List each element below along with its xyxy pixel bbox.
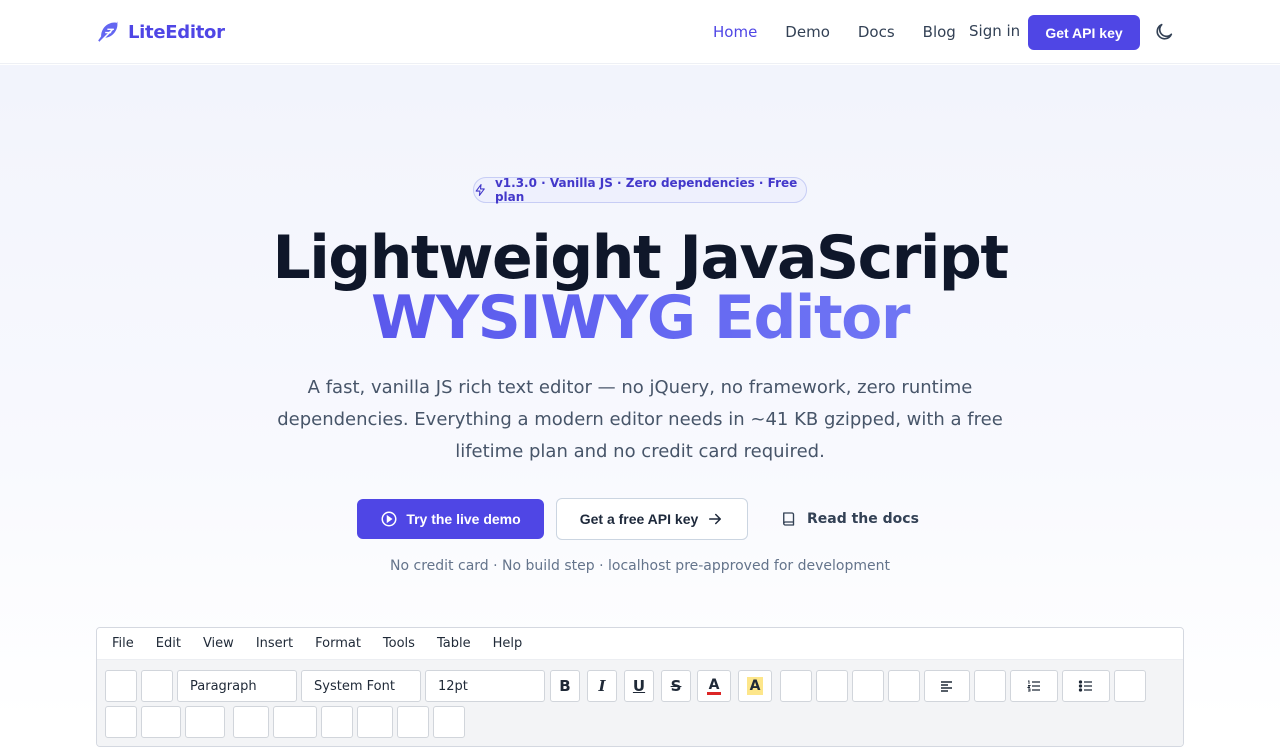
nav-blog[interactable]: Blog bbox=[923, 23, 956, 41]
more-tools-button[interactable] bbox=[1114, 670, 1146, 702]
menu-view[interactable]: View bbox=[203, 636, 234, 651]
sign-in-link[interactable]: Sign in bbox=[969, 22, 1020, 40]
horizontal-rule-button[interactable] bbox=[321, 706, 353, 738]
try-live-demo-button[interactable]: Try the live demo bbox=[357, 499, 544, 539]
bold-button[interactable]: B bbox=[550, 670, 580, 702]
menu-insert[interactable]: Insert bbox=[256, 636, 293, 651]
brand-name: LiteEditor bbox=[128, 21, 225, 43]
redo-button[interactable] bbox=[141, 670, 173, 702]
font-color-glyph: A bbox=[706, 676, 722, 695]
bullet-list-icon bbox=[1078, 680, 1092, 692]
menu-file[interactable]: File bbox=[112, 636, 134, 651]
strikethrough-glyph: S bbox=[670, 677, 682, 695]
numbered-list-icon bbox=[1026, 680, 1040, 692]
highlight-button[interactable]: A bbox=[738, 670, 772, 702]
align-center-button[interactable] bbox=[974, 670, 1006, 702]
get-free-api-key-button[interactable]: Get a free API key bbox=[556, 498, 748, 540]
play-circle-icon bbox=[381, 511, 397, 527]
font-family-select[interactable]: System Font bbox=[301, 670, 421, 702]
underline-button[interactable]: U bbox=[624, 670, 654, 702]
feather-icon bbox=[98, 21, 118, 43]
moon-icon[interactable] bbox=[1153, 21, 1175, 43]
get-free-api-key-label: Get a free API key bbox=[579, 511, 699, 527]
hero-title-line-2: WYSIWYG Editor bbox=[0, 287, 1280, 349]
indent-button[interactable] bbox=[105, 706, 137, 738]
version-badge: v1.3.0 · Vanilla JS · Zero dependencies … bbox=[473, 176, 807, 204]
nav-demo[interactable]: Demo bbox=[785, 23, 830, 41]
bold-glyph: B bbox=[559, 677, 571, 695]
badge-text: v1.3.0 · Vanilla JS · Zero dependencies … bbox=[494, 176, 798, 204]
brand-logo[interactable]: LiteEditor bbox=[96, 19, 225, 45]
bullet-list-button[interactable] bbox=[1062, 670, 1110, 702]
font-size-select[interactable]: 12pt bbox=[425, 670, 545, 702]
hero-subtitle: A fast, vanilla JS rich text editor — no… bbox=[277, 377, 1003, 462]
menu-table[interactable]: Table bbox=[437, 636, 471, 651]
editor-menubar: File Edit View Insert Format Tools Table… bbox=[97, 628, 1183, 660]
table-button[interactable] bbox=[888, 670, 920, 702]
align-left-button[interactable] bbox=[924, 670, 970, 702]
strikethrough-button[interactable]: S bbox=[661, 670, 691, 702]
italic-button[interactable]: I bbox=[587, 670, 617, 702]
menu-help[interactable]: Help bbox=[493, 636, 523, 651]
clear-format-button[interactable] bbox=[397, 706, 429, 738]
get-api-key-button[interactable]: Get API key bbox=[1028, 15, 1140, 50]
outdent-button[interactable] bbox=[141, 706, 181, 738]
highlight-glyph: A bbox=[746, 677, 764, 695]
code-button[interactable] bbox=[357, 706, 393, 738]
try-live-demo-label: Try the live demo bbox=[406, 511, 521, 527]
editor-toolbar: Paragraph System Font 12pt B I U S A A bbox=[97, 660, 1183, 746]
menu-edit[interactable]: Edit bbox=[156, 636, 181, 651]
nav-home[interactable]: Home bbox=[713, 23, 757, 41]
special-char-button[interactable] bbox=[273, 706, 317, 738]
nav-docs[interactable]: Docs bbox=[858, 23, 895, 41]
menu-tools[interactable]: Tools bbox=[383, 636, 415, 651]
menu-format[interactable]: Format bbox=[315, 636, 361, 651]
editor-preview[interactable]: File Edit View Insert Format Tools Table… bbox=[96, 627, 1184, 747]
media-button[interactable] bbox=[852, 670, 884, 702]
numbered-list-button[interactable] bbox=[1010, 670, 1058, 702]
underline-glyph: U bbox=[632, 677, 646, 695]
font-color-button[interactable]: A bbox=[697, 670, 731, 702]
hero-note: No credit card · No build step · localho… bbox=[390, 558, 890, 574]
hero-title-line-1: Lightweight JavaScript bbox=[272, 223, 1009, 293]
main-nav: Home Demo Docs Blog bbox=[713, 0, 984, 64]
align-left-icon bbox=[941, 681, 952, 692]
image-button[interactable] bbox=[816, 670, 848, 702]
link-button[interactable] bbox=[780, 670, 812, 702]
cta-row: Try the live demo Get a free API key Rea… bbox=[0, 498, 1280, 541]
arrow-right-icon bbox=[709, 513, 722, 525]
book-icon bbox=[783, 512, 795, 526]
search-button[interactable] bbox=[185, 706, 225, 738]
lightning-icon bbox=[475, 184, 485, 196]
undo-button[interactable] bbox=[105, 670, 137, 702]
read-docs-label: Read the docs bbox=[807, 511, 919, 527]
block-format-select[interactable]: Paragraph bbox=[177, 670, 297, 702]
site-header: LiteEditor Home Demo Docs Blog Sign in G… bbox=[0, 0, 1280, 64]
hero-section: v1.3.0 · Vanilla JS · Zero dependencies … bbox=[0, 65, 1280, 747]
text-transform-button[interactable] bbox=[233, 706, 269, 738]
read-docs-link[interactable]: Read the docs bbox=[780, 499, 919, 539]
italic-glyph: I bbox=[598, 677, 606, 695]
fullscreen-button[interactable] bbox=[433, 706, 465, 738]
